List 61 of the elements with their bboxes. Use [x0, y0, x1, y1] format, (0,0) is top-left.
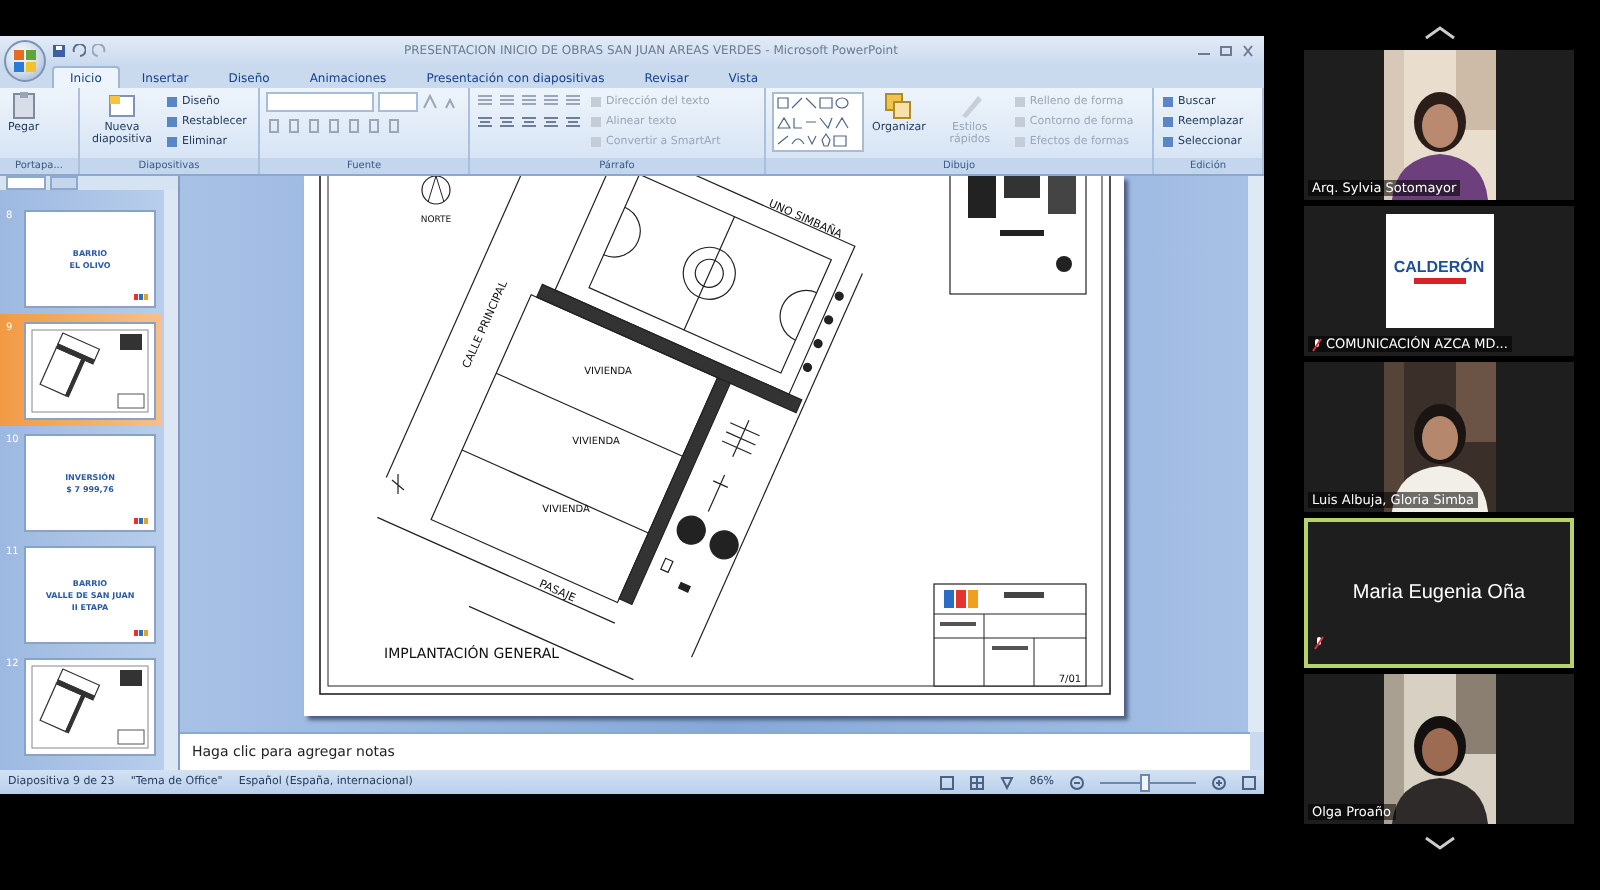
font-grow-icon — [422, 94, 438, 110]
list-icon — [564, 92, 582, 108]
logo-icon — [134, 629, 148, 635]
zoom-out-icon — [1070, 775, 1084, 789]
small-square-icon — [1162, 135, 1174, 147]
small-square-icon — [1013, 115, 1026, 127]
small-square-icon — [166, 135, 178, 147]
slide-icon — [108, 92, 136, 120]
shapes-gallery[interactable] — [772, 92, 864, 152]
small-square-icon — [1162, 95, 1174, 107]
chevron-down-icon — [1423, 835, 1455, 849]
redo-icon — [92, 44, 106, 58]
list-icon — [542, 92, 560, 108]
sorter-view-icon — [969, 775, 984, 789]
align-icon — [542, 114, 560, 130]
small-square-icon — [1162, 115, 1174, 127]
close-icon — [1240, 44, 1256, 58]
office-logo-icon — [14, 50, 36, 72]
participant-name: Maria Eugenia Oña — [1352, 582, 1526, 604]
align-icon — [498, 114, 516, 130]
align-icon — [564, 114, 582, 130]
small-square-icon — [590, 135, 602, 147]
font-name-field[interactable] — [266, 92, 374, 112]
chevron-up-icon — [1423, 25, 1455, 39]
list-icon — [520, 92, 538, 108]
clipboard-icon — [9, 92, 38, 120]
floor-plan-thumbnail — [30, 327, 150, 413]
normal-view-icon — [939, 775, 954, 789]
small-square-icon — [166, 115, 178, 127]
zoom-slider-thumb[interactable] — [1140, 773, 1151, 791]
slide-thumbnail[interactable] — [24, 321, 156, 419]
slide-thumbnail[interactable] — [24, 657, 156, 755]
small-square-icon — [1013, 95, 1026, 107]
small-square-icon — [166, 95, 178, 107]
logo-stripe-icon — [1413, 278, 1465, 284]
logo-text: CALDERÓN — [1393, 258, 1485, 276]
scrollbar[interactable] — [1246, 176, 1264, 732]
fit-window-icon — [1242, 775, 1256, 789]
align-icon — [520, 114, 538, 130]
font-size-field[interactable] — [378, 92, 418, 112]
maximize-icon — [1218, 44, 1234, 58]
slides-pane-tab[interactable] — [6, 176, 46, 190]
outline-pane-tab[interactable] — [50, 176, 78, 190]
muted-mic-icon — [1312, 337, 1322, 351]
save-icon — [52, 44, 66, 58]
list-icon — [476, 92, 494, 108]
floor-plan-thumbnail — [30, 663, 150, 749]
muted-mic-icon — [1314, 636, 1324, 650]
undo-icon — [72, 44, 86, 58]
slideshow-view-icon — [999, 775, 1014, 789]
small-square-icon — [590, 95, 602, 107]
small-square-icon — [590, 115, 602, 127]
logo-icon — [134, 293, 148, 299]
font-shrink-icon — [442, 94, 458, 110]
small-square-icon — [1013, 135, 1026, 147]
squares-icon — [884, 92, 913, 120]
zoom-in-icon — [1212, 775, 1226, 789]
logo-icon — [134, 517, 148, 523]
align-icon — [476, 114, 494, 130]
scrollbar[interactable] — [164, 190, 178, 770]
list-icon — [498, 92, 516, 108]
